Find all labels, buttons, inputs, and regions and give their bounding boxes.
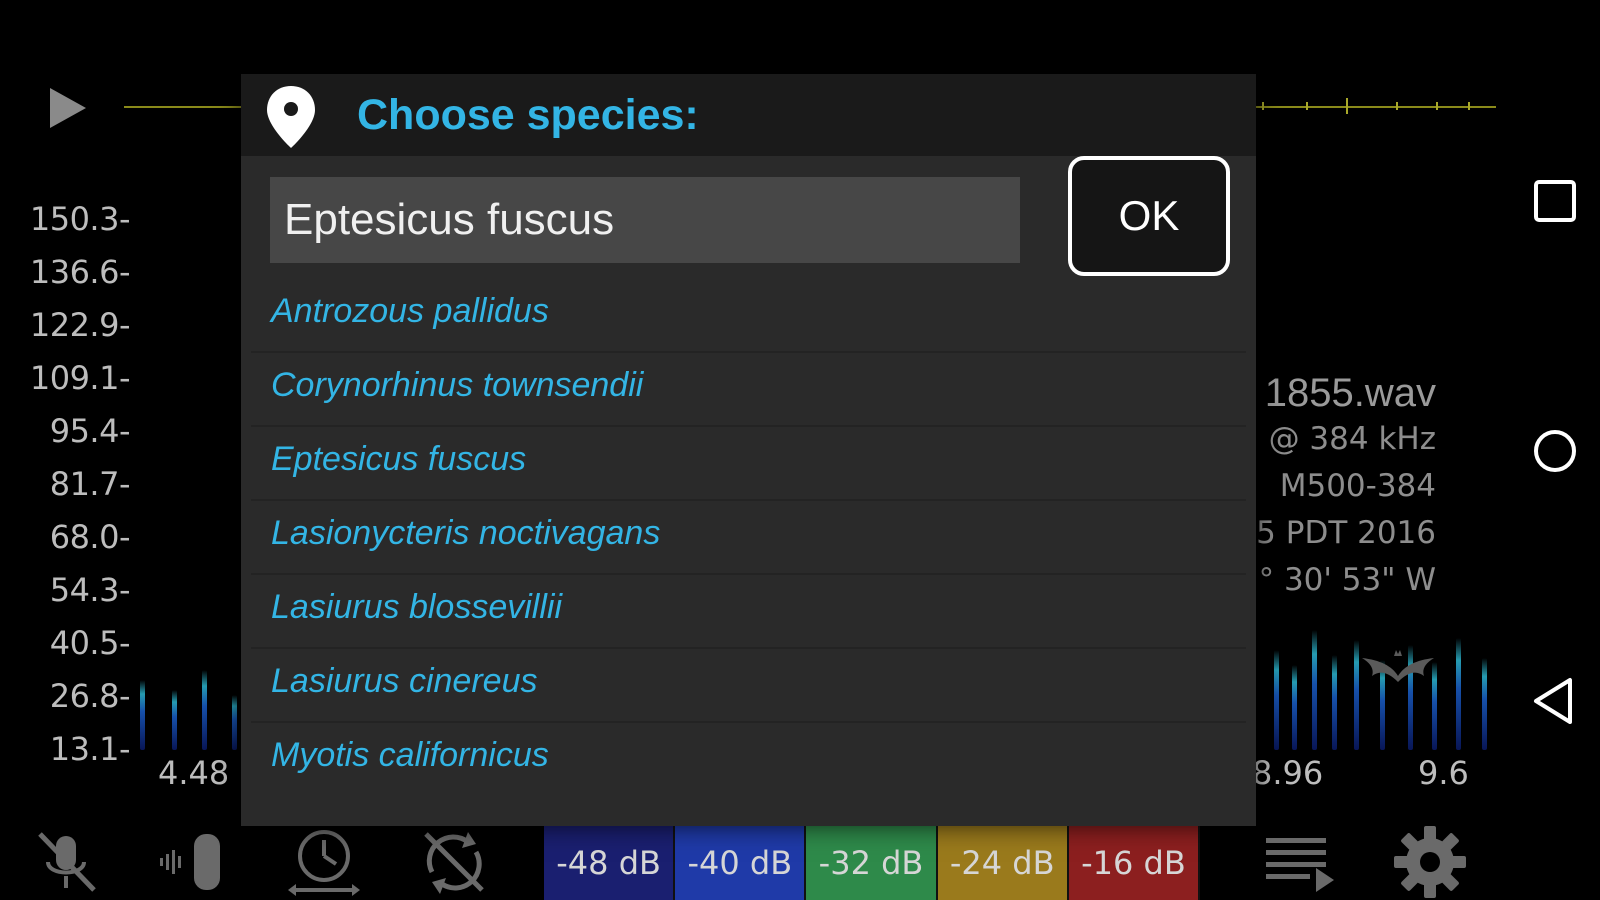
timeline-tick — [1346, 98, 1348, 114]
time-tick-label: 4.48 — [158, 754, 230, 792]
time-tick-label: 8.96 — [1252, 754, 1324, 792]
species-name: Corynorhinus townsendii — [271, 366, 644, 404]
species-list-item[interactable]: Lasiurus cinereus — [251, 648, 1246, 723]
species-list-item[interactable]: Lasionycteris noctivagans — [251, 500, 1246, 575]
species-list-item[interactable]: Eptesicus fuscus — [251, 426, 1246, 501]
species-name: Lasionycteris noctivagans — [271, 514, 661, 552]
auto-off-icon[interactable] — [416, 824, 492, 900]
db-level-label: -16 dB — [1068, 826, 1201, 900]
species-list-item[interactable]: Antrozous pallidus — [251, 278, 1246, 353]
db-level-label: -24 dB — [937, 826, 1069, 900]
db-color-scale[interactable]: -48 dB -40 dB -32 dB -24 dB -16 dB — [544, 826, 1201, 900]
system-nav-bar — [1500, 0, 1600, 900]
freq-tick-label: 109.1- — [29, 359, 131, 397]
freq-tick-label: 136.6- — [29, 253, 131, 291]
gear-icon[interactable] — [1392, 824, 1468, 900]
species-name: Lasiurus cinereus — [271, 662, 538, 700]
species-search-input[interactable] — [270, 177, 1020, 263]
timeline-tick — [1468, 102, 1470, 110]
choose-species-dialog: Choose species: OK Antrozous pallidus Co… — [241, 74, 1256, 826]
freq-tick-label: 26.8- — [49, 677, 131, 715]
back-icon[interactable] — [1530, 676, 1580, 726]
waveform-icon[interactable] — [156, 824, 232, 900]
dialog-header: Choose species: — [241, 74, 1256, 156]
timer-icon[interactable] — [286, 824, 362, 900]
timeline-tick — [1306, 102, 1308, 110]
timeline-tick — [1436, 102, 1438, 110]
timeline-tick — [1262, 102, 1264, 110]
species-list-item[interactable]: Myotis californicus — [251, 722, 1246, 797]
freq-tick-label: 68.0- — [49, 518, 131, 556]
location-pin-icon — [267, 86, 315, 148]
ok-button[interactable]: OK — [1068, 156, 1230, 276]
recents-icon[interactable] — [1530, 176, 1580, 226]
mic-off-icon[interactable] — [28, 824, 104, 900]
species-name: Myotis californicus — [271, 736, 549, 774]
species-name: Antrozous pallidus — [271, 292, 549, 330]
freq-tick-label: 81.7- — [49, 465, 131, 503]
list-icon[interactable] — [1262, 824, 1338, 900]
freq-tick-label: 150.3- — [29, 200, 131, 238]
freq-tick-label: 95.4- — [49, 412, 131, 450]
freq-tick-label: 122.9- — [29, 306, 131, 344]
db-level-label: -48 dB — [544, 826, 676, 900]
dialog-title: Choose species: — [357, 91, 699, 139]
time-tick-label: 9.6 — [1418, 754, 1469, 792]
species-name: Eptesicus fuscus — [271, 440, 527, 478]
freq-tick-label: 13.1- — [49, 730, 131, 768]
species-name: Lasiurus blossevillii — [271, 588, 563, 626]
bat-logo-icon — [1362, 650, 1434, 682]
db-level-label: -40 dB — [675, 826, 807, 900]
home-icon[interactable] — [1530, 426, 1580, 476]
db-level-label: -32 dB — [806, 826, 938, 900]
freq-tick-label: 40.5- — [49, 624, 131, 662]
timeline-tick — [1396, 102, 1398, 110]
freq-tick-label: 54.3- — [49, 571, 131, 609]
play-icon[interactable] — [46, 84, 90, 132]
species-list-item[interactable]: Lasiurus blossevillii — [251, 574, 1246, 649]
species-list-item[interactable]: Corynorhinus townsendii — [251, 352, 1246, 427]
